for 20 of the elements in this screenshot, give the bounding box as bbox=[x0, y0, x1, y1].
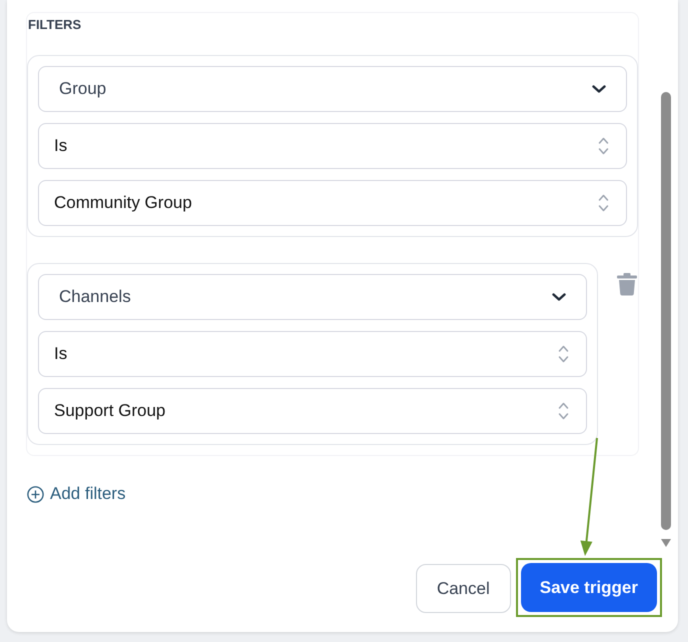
chevron-down-icon bbox=[592, 85, 606, 93]
up-down-chevron-icon bbox=[558, 344, 569, 364]
scroll-down-arrow-icon[interactable] bbox=[661, 539, 671, 547]
trash-icon[interactable] bbox=[617, 273, 637, 296]
up-down-chevron-icon bbox=[558, 401, 569, 421]
add-filters-link[interactable]: Add filters bbox=[27, 482, 126, 506]
plus-circle-icon bbox=[27, 486, 44, 502]
operator-dropdown[interactable]: Is bbox=[38, 123, 627, 169]
field-dropdown[interactable]: Group bbox=[38, 66, 627, 112]
operator-dropdown[interactable]: Is bbox=[38, 331, 587, 377]
chevron-down-icon bbox=[552, 293, 566, 301]
cancel-button[interactable]: Cancel bbox=[416, 564, 511, 613]
field-dropdown[interactable]: Channels bbox=[38, 274, 587, 320]
up-down-chevron-icon bbox=[598, 136, 609, 156]
scrollbar-thumb[interactable] bbox=[661, 92, 671, 530]
value-dropdown[interactable]: Community Group bbox=[38, 180, 627, 226]
up-down-chevron-icon bbox=[598, 193, 609, 213]
value-dropdown[interactable]: Support Group bbox=[38, 388, 587, 434]
section-title: FILTERS bbox=[27, 16, 82, 34]
save-button[interactable]: Save trigger bbox=[520, 563, 657, 612]
